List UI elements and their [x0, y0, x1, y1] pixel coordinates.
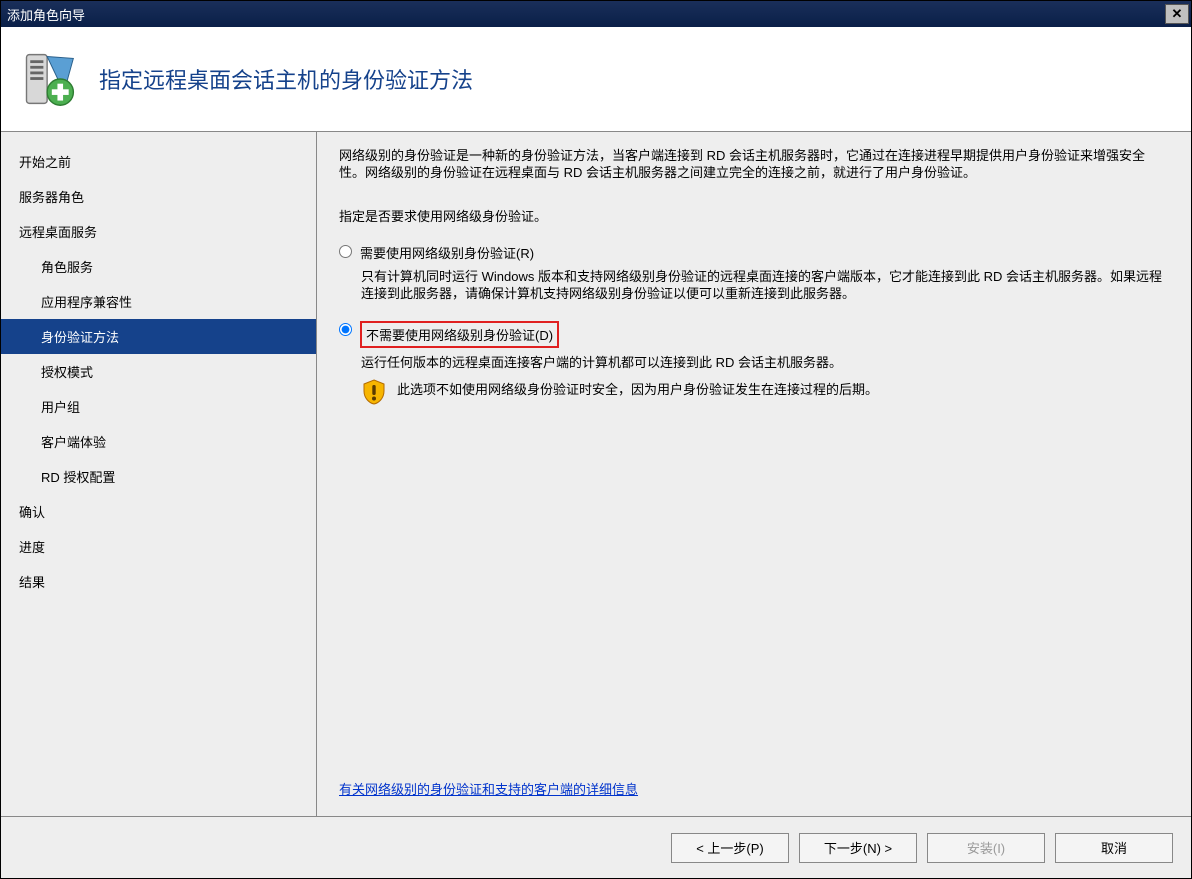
sidebar-item-label: RD 授权配置: [41, 470, 115, 485]
close-button[interactable]: ✕: [1165, 4, 1189, 24]
wizard-window: 添加角色向导 ✕ 指定远程桌面会话主机的身份验证方法 开始之前 服务器角色: [0, 0, 1192, 879]
sidebar-item-label: 应用程序兼容性: [41, 295, 132, 310]
warning-row: 此选项不如使用网络级身份验证时安全，因为用户身份验证发生在连接过程的后期。: [339, 379, 1169, 405]
option-no-nla-desc: 运行任何版本的远程桌面连接客户端的计算机都可以连接到此 RD 会话主机服务器。: [339, 354, 1169, 372]
warning-shield-icon: [361, 379, 387, 405]
sidebar-item-label: 授权模式: [41, 365, 93, 380]
next-button[interactable]: 下一步(N) >: [799, 833, 917, 863]
sidebar-item-label: 服务器角色: [19, 190, 84, 205]
sidebar-item-results[interactable]: 结果: [1, 564, 316, 599]
sidebar-item-licensing-mode[interactable]: 授权模式: [1, 354, 316, 389]
sidebar-item-confirm[interactable]: 确认: [1, 494, 316, 529]
close-icon: ✕: [1172, 6, 1183, 22]
more-info-link[interactable]: 有关网络级别的身份验证和支持的客户端的详细信息: [339, 782, 638, 797]
header: 指定远程桌面会话主机的身份验证方法: [1, 27, 1191, 132]
sidebar-item-label: 用户组: [41, 400, 80, 415]
sidebar-item-label: 结果: [19, 575, 45, 590]
sidebar-item-role-services[interactable]: 角色服务: [1, 249, 316, 284]
titlebar: 添加角色向导 ✕: [1, 1, 1191, 27]
sidebar-item-label: 身份验证方法: [41, 330, 119, 345]
previous-button[interactable]: < 上一步(P): [671, 833, 789, 863]
titlebar-text: 添加角色向导: [7, 5, 85, 24]
option-label-highlighted: 不需要使用网络级别身份验证(D): [360, 321, 559, 348]
sidebar-item-before-begin[interactable]: 开始之前: [1, 144, 316, 179]
cancel-button[interactable]: 取消: [1055, 833, 1173, 863]
option-no-nla[interactable]: 不需要使用网络级别身份验证(D): [339, 321, 1169, 348]
sidebar-item-rd-license-config[interactable]: RD 授权配置: [1, 459, 316, 494]
sidebar-item-label: 进度: [19, 540, 45, 555]
sidebar-item-label: 开始之前: [19, 155, 71, 170]
sidebar-item-client-exp[interactable]: 客户端体验: [1, 424, 316, 459]
sidebar-item-user-groups[interactable]: 用户组: [1, 389, 316, 424]
intro-text: 网络级别的身份验证是一种新的身份验证方法，当客户端连接到 RD 会话主机服务器时…: [339, 148, 1169, 182]
server-add-icon: [19, 49, 79, 109]
footer: < 上一步(P) 下一步(N) > 安装(I) 取消: [1, 816, 1191, 878]
sidebar-item-label: 角色服务: [41, 260, 93, 275]
sidebar-item-progress[interactable]: 进度: [1, 529, 316, 564]
content-panel: 网络级别的身份验证是一种新的身份验证方法，当客户端连接到 RD 会话主机服务器时…: [317, 132, 1191, 816]
sidebar-item-rds[interactable]: 远程桌面服务: [1, 214, 316, 249]
link-area: 有关网络级别的身份验证和支持的客户端的详细信息: [339, 779, 1169, 798]
radio-require-nla[interactable]: [339, 245, 352, 258]
sidebar-item-app-compat[interactable]: 应用程序兼容性: [1, 284, 316, 319]
body: 开始之前 服务器角色 远程桌面服务 角色服务 应用程序兼容性 身份验证方法 授权…: [1, 132, 1191, 816]
sidebar: 开始之前 服务器角色 远程桌面服务 角色服务 应用程序兼容性 身份验证方法 授权…: [1, 132, 317, 816]
option-require-nla-desc: 只有计算机同时运行 Windows 版本和支持网络级别身份验证的远程桌面连接的客…: [339, 268, 1169, 303]
sidebar-item-auth-method[interactable]: 身份验证方法: [1, 319, 316, 354]
sidebar-item-server-roles[interactable]: 服务器角色: [1, 179, 316, 214]
sidebar-item-label: 客户端体验: [41, 435, 106, 450]
sidebar-item-label: 远程桌面服务: [19, 225, 97, 240]
sidebar-item-label: 确认: [19, 505, 45, 520]
install-button[interactable]: 安装(I): [927, 833, 1045, 863]
option-require-nla[interactable]: 需要使用网络级别身份验证(R): [339, 243, 1169, 262]
option-label: 需要使用网络级别身份验证(R): [360, 243, 534, 262]
radio-no-nla[interactable]: [339, 323, 352, 336]
warning-text: 此选项不如使用网络级身份验证时安全，因为用户身份验证发生在连接过程的后期。: [397, 379, 878, 398]
prompt-text: 指定是否要求使用网络级身份验证。: [339, 206, 1169, 225]
page-title: 指定远程桌面会话主机的身份验证方法: [99, 63, 473, 95]
